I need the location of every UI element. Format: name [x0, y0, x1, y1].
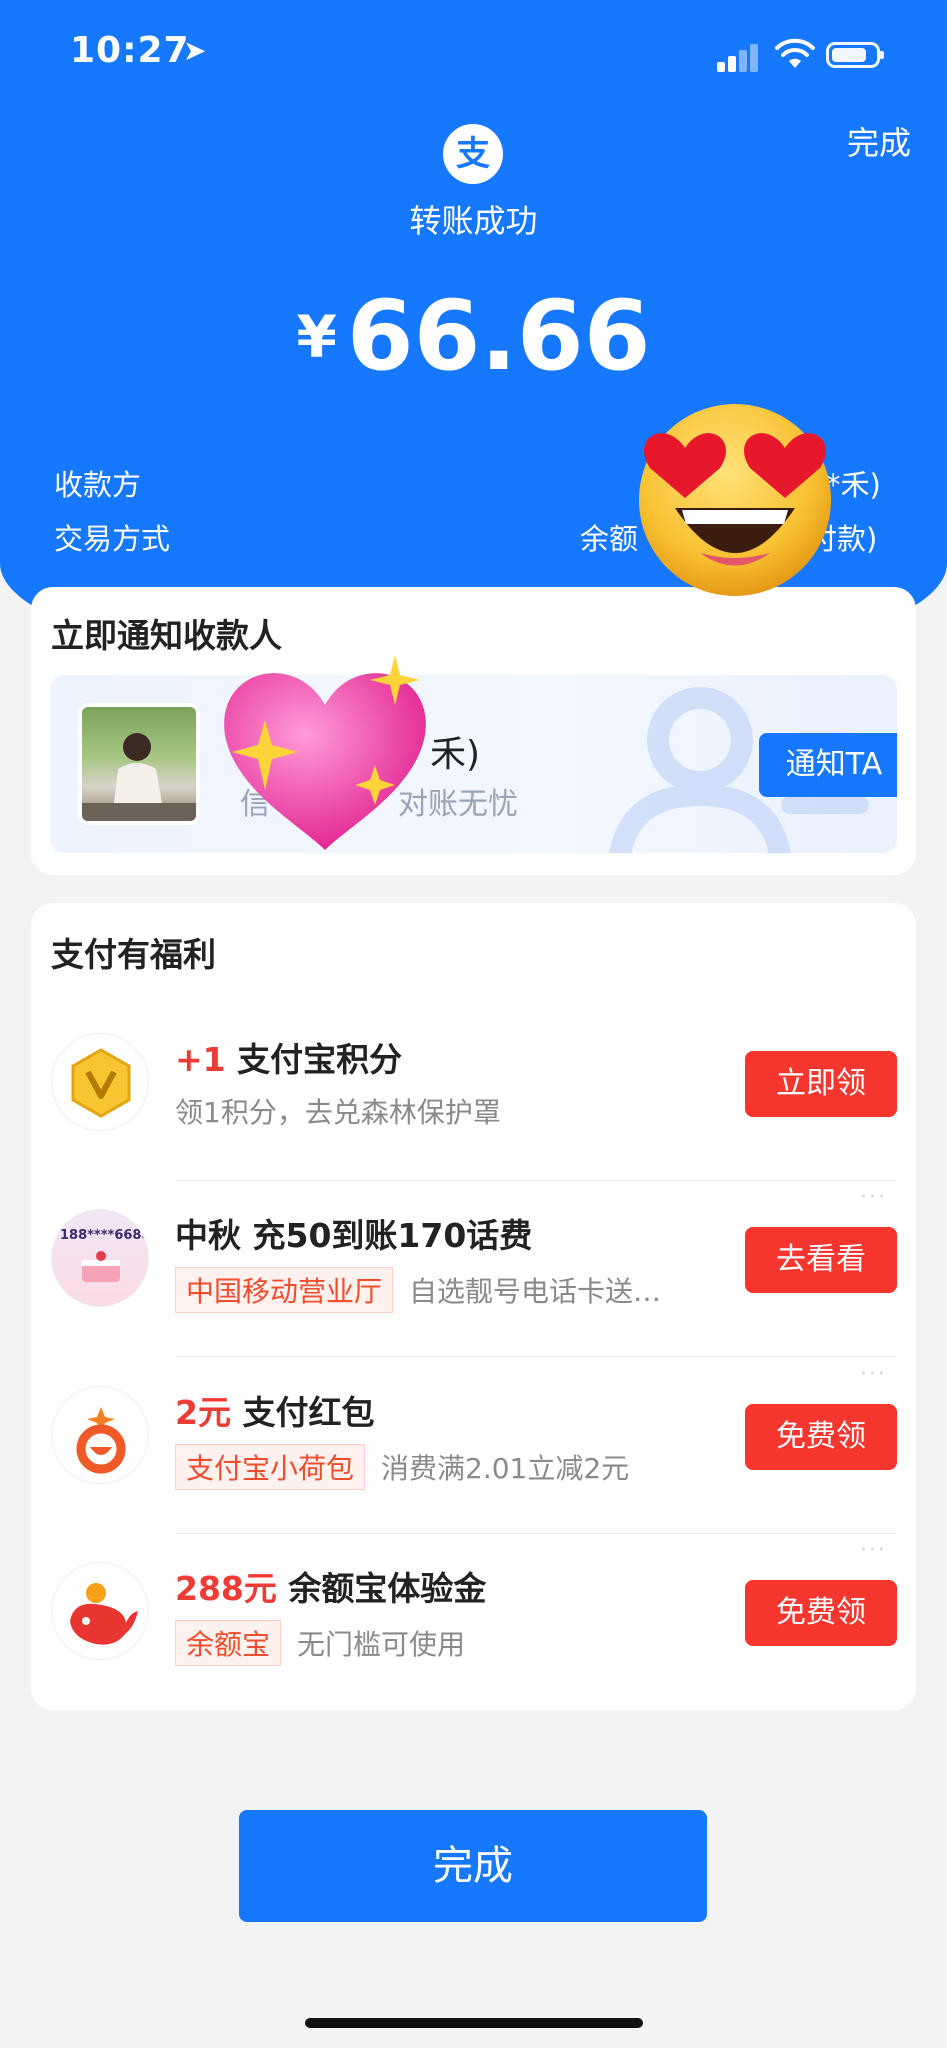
cellular-signal-icon	[717, 42, 759, 72]
benefit-description: 支付宝小荷包 消费满2.01立减2元	[175, 1444, 629, 1490]
benefits-card: 支付有福利 +1 支付宝积分 领1积分，去兑森林保护罩 立即领 ··· 188*…	[31, 903, 916, 1710]
phone-number-cake-icon: 188****6688	[51, 1209, 149, 1307]
more-options-icon[interactable]: ···	[860, 1362, 887, 1387]
benefit-description: 领1积分，去兑森林保护罩	[175, 1096, 501, 1129]
benefit-desc-text: 无门槛可使用	[297, 1628, 466, 1661]
free-claim-button[interactable]: 免费领	[745, 1404, 897, 1470]
status-time: 10:27	[70, 30, 190, 71]
benefit-highlight: 288元	[175, 1569, 277, 1608]
benefit-title-text: 中秋 充50到账170话费	[175, 1216, 533, 1255]
benefit-highlight: +1	[175, 1040, 226, 1079]
benefit-item-phone-recharge[interactable]: ··· 188****6688 中秋 充50到账170话费 中国移动营业厅 自选靓…	[31, 1181, 916, 1357]
lotus-pouch-icon	[51, 1386, 149, 1484]
benefit-item-yuebao[interactable]: ··· 288元 余额宝体验金 余额宝 无门槛可使用 免费领	[31, 1534, 916, 1710]
more-options-icon[interactable]: ···	[860, 1538, 887, 1563]
free-claim-button[interactable]: 免费领	[745, 1580, 897, 1646]
location-arrow-icon: ➤	[183, 34, 207, 67]
benefit-title: 288元 余额宝体验金	[175, 1562, 486, 1610]
benefit-item-points[interactable]: +1 支付宝积分 领1积分，去兑森林保护罩 立即领	[31, 1005, 916, 1181]
benefit-desc-text: 消费满2.01立减2元	[381, 1452, 630, 1485]
amount-value: 66.66	[346, 280, 651, 392]
alipay-logo-icon: 支	[443, 124, 503, 184]
wifi-icon	[775, 38, 815, 68]
benefit-title: 2元 支付红包	[175, 1386, 374, 1434]
yuebao-fish-icon	[51, 1562, 149, 1660]
recipient-avatar	[78, 703, 200, 825]
merchant-tag: 中国移动营业厅	[175, 1267, 394, 1313]
divider	[175, 1356, 896, 1357]
notify-ta-button[interactable]: 通知TA	[759, 733, 897, 797]
points-v-icon	[51, 1033, 149, 1131]
done-button[interactable]: 完成	[239, 1810, 707, 1922]
benefit-highlight: 2元	[175, 1393, 231, 1432]
benefit-description: 余额宝 无门槛可使用	[175, 1620, 465, 1666]
benefits-card-title: 支付有福利	[51, 935, 216, 974]
status-bar: 10:27 ➤	[0, 30, 947, 80]
page-title: 转账成功	[409, 202, 538, 240]
benefit-description: 中国移动营业厅 自选靓号电话卡送…	[175, 1267, 661, 1313]
transfer-amount: ¥66.66	[0, 280, 947, 392]
payee-label: 收款方	[54, 468, 142, 502]
battery-icon	[826, 42, 884, 68]
notify-card: 立即通知收款人 禾) 信 对账无忧 通知TA	[31, 587, 916, 875]
more-options-icon[interactable]: ···	[860, 1185, 887, 1210]
sparkling-heart-sticker	[224, 655, 426, 850]
currency-symbol: ¥	[296, 303, 337, 371]
home-indicator[interactable]	[305, 2018, 643, 2028]
benefit-desc-text: 自选靓号电话卡送…	[409, 1275, 662, 1308]
payment-method-label: 交易方式	[54, 522, 171, 556]
heart-eyes-emoji-sticker	[639, 404, 831, 596]
merchant-tag: 余额宝	[175, 1620, 282, 1666]
go-see-button[interactable]: 去看看	[745, 1227, 897, 1293]
benefit-item-red-packet[interactable]: ··· 2元 支付红包 支付宝小荷包 消费满2.01立减2元 免费领	[31, 1358, 916, 1534]
notify-recipient-row[interactable]: 禾) 信 对账无忧 通知TA	[50, 675, 897, 853]
benefit-title-text: 余额宝体验金	[288, 1569, 487, 1608]
merchant-tag: 支付宝小荷包	[175, 1444, 366, 1490]
benefit-title-text: 支付红包	[242, 1393, 375, 1432]
benefit-title-text: 支付宝积分	[237, 1040, 403, 1079]
benefit-title: +1 支付宝积分	[175, 1033, 402, 1081]
done-button-top[interactable]: 完成	[847, 118, 911, 164]
claim-now-button[interactable]: 立即领	[745, 1051, 897, 1117]
